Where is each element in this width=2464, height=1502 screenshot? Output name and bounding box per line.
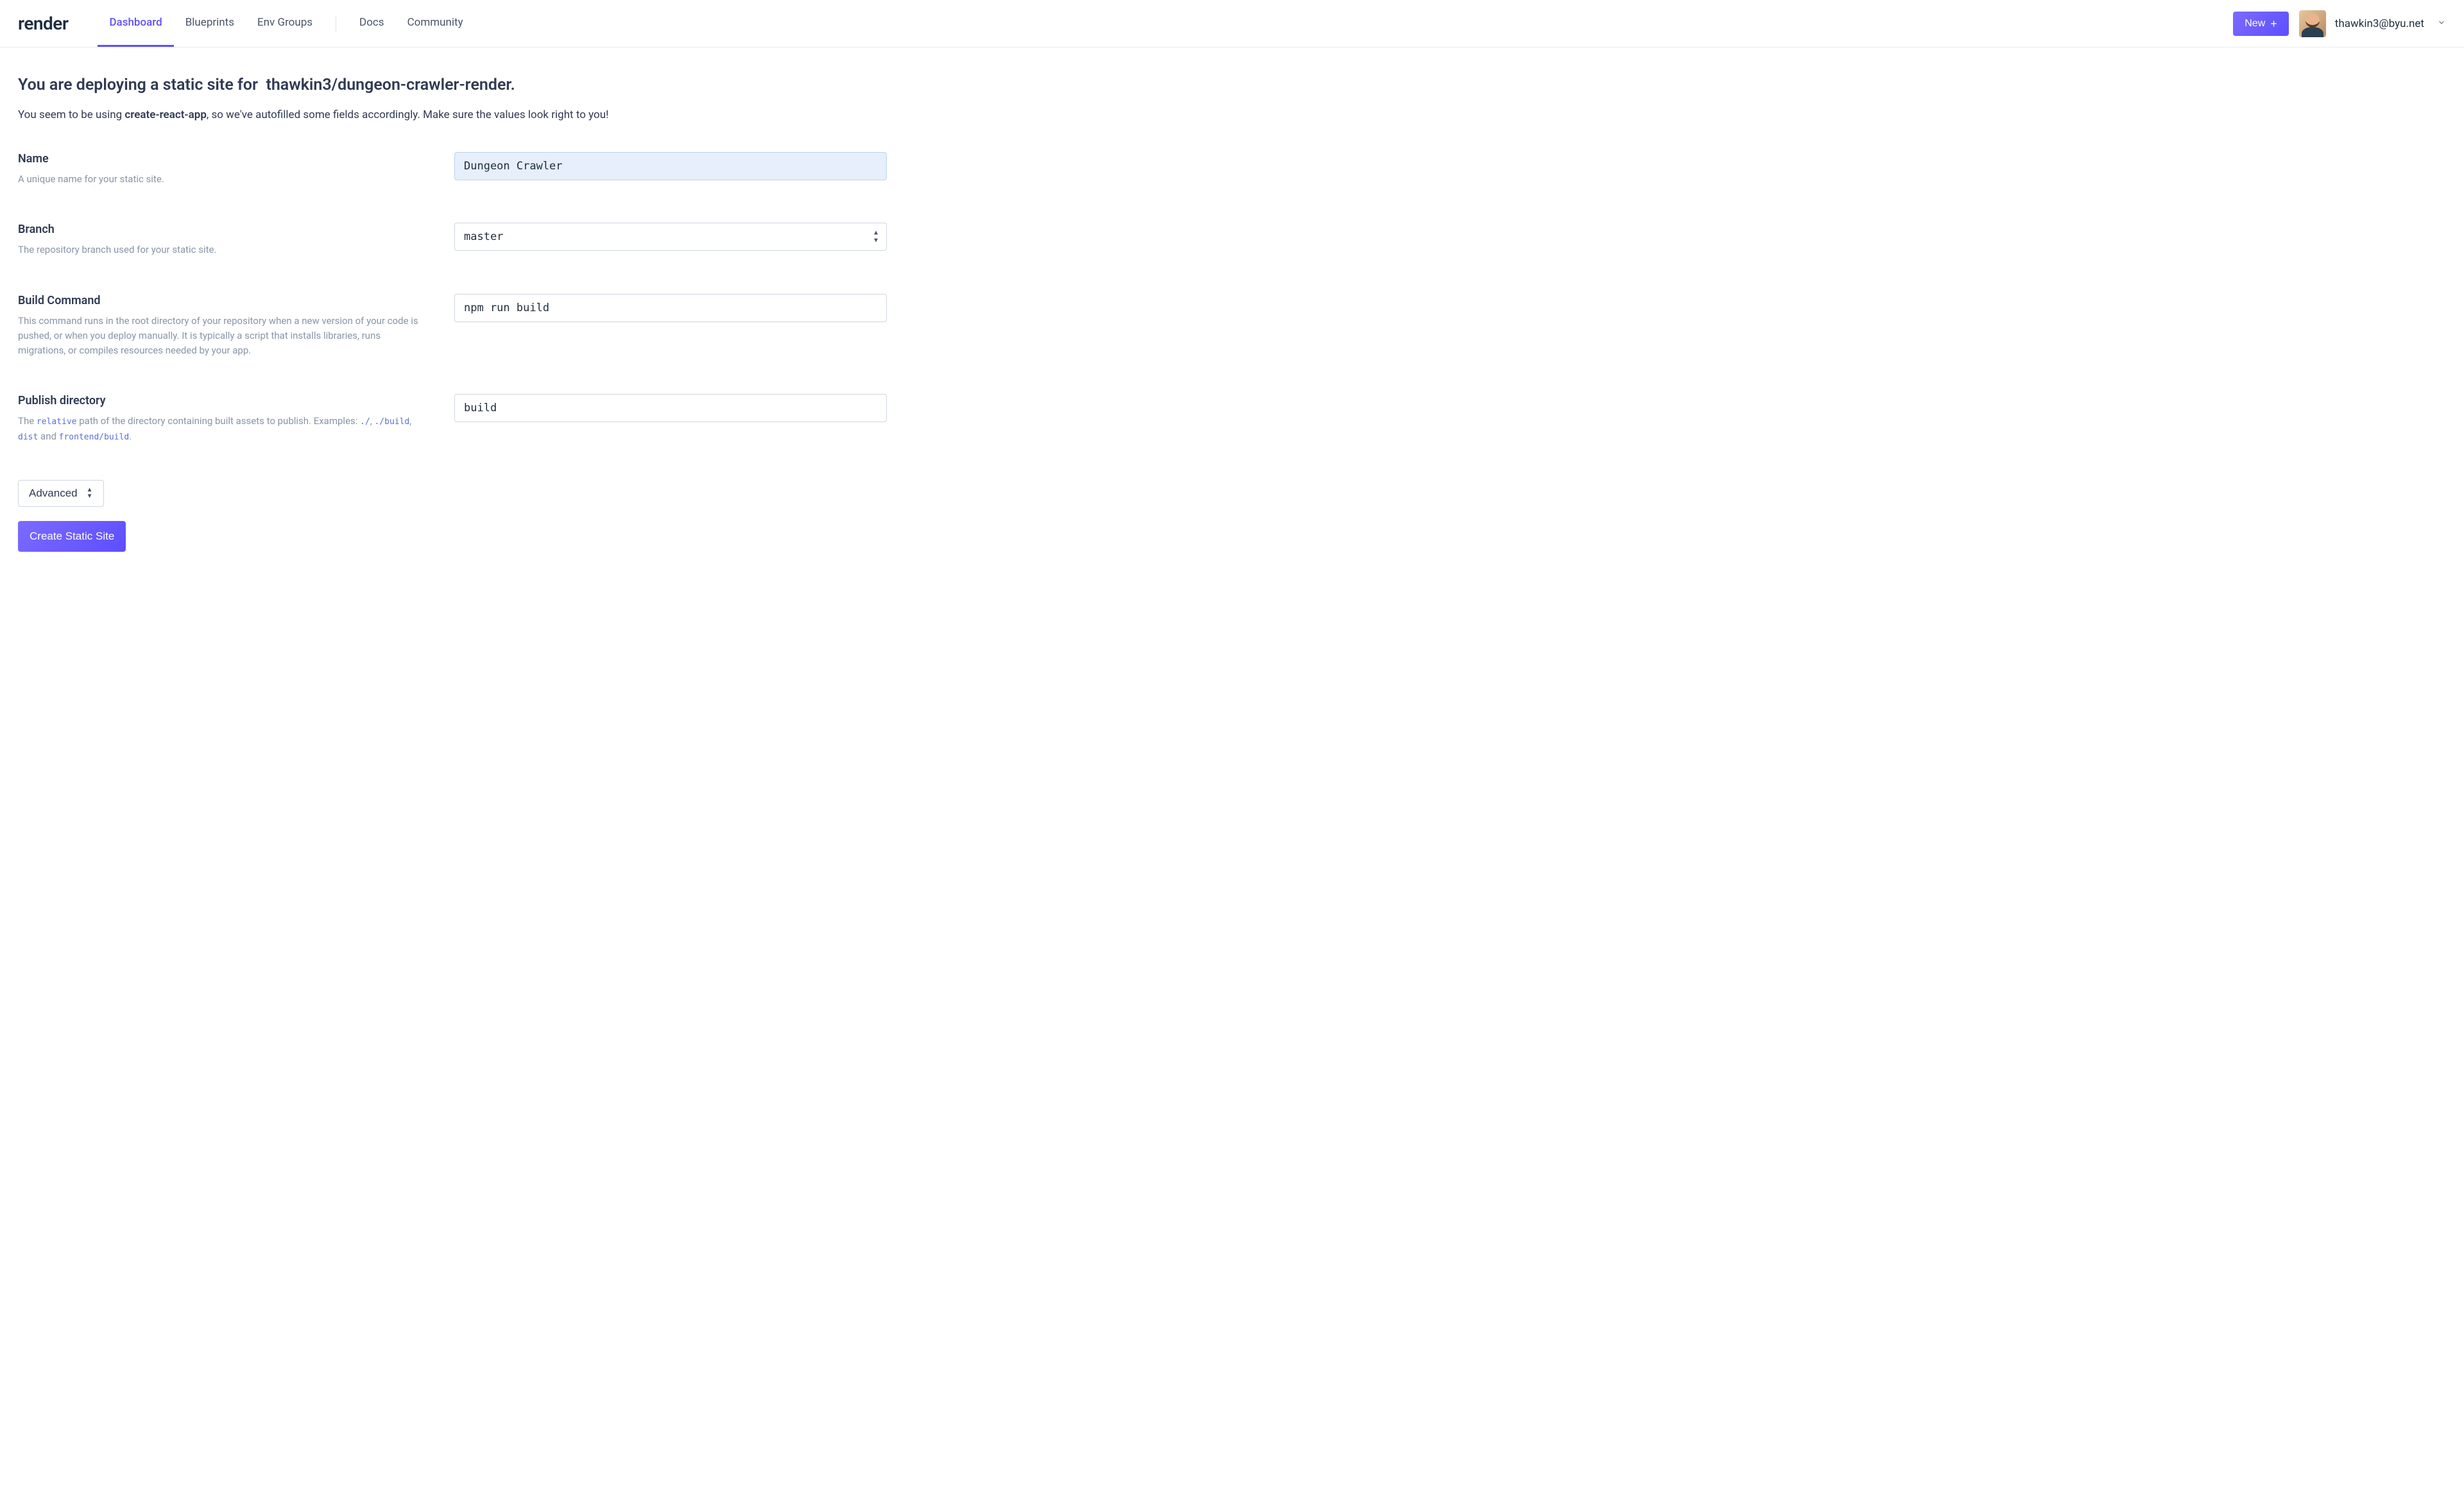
page-title: You are deploying a static site for thaw… <box>18 76 887 94</box>
avatar[interactable] <box>2299 10 2326 37</box>
sub-bold: create-react-app <box>124 108 207 121</box>
nav-dashboard[interactable]: Dashboard <box>98 0 173 47</box>
heading-repo: thawkin3/dungeon-crawler-render. <box>266 76 515 94</box>
branch-label: Branch <box>18 223 429 236</box>
nav-envgroups[interactable]: Env Groups <box>246 0 324 47</box>
sub-suffix: , so we've autofilled some fields accord… <box>207 108 609 121</box>
build-label: Build Command <box>18 294 429 307</box>
branch-select-wrap: master ▲▼ <box>454 223 887 251</box>
field-name: Name A unique name for your static site. <box>18 152 887 187</box>
field-publish: Publish directory The relative path of t… <box>18 394 887 444</box>
plus-icon: + <box>2270 18 2277 30</box>
build-input[interactable] <box>454 294 887 322</box>
page-content: You are deploying a static site for thaw… <box>0 47 905 590</box>
field-build: Build Command This command runs in the r… <box>18 294 887 359</box>
user-email[interactable]: thawkin3@byu.net <box>2335 17 2424 30</box>
create-static-site-button[interactable]: Create Static Site <box>18 521 126 552</box>
branch-select[interactable]: master <box>454 223 887 251</box>
sub-prefix: You seem to be using <box>18 108 124 121</box>
heading-prefix: You are deploying a static site for <box>18 76 262 94</box>
nav-left: Dashboard Blueprints Env Groups Docs Com… <box>98 0 474 47</box>
build-help: This command runs in the root directory … <box>18 314 429 359</box>
branch-help: The repository branch used for your stat… <box>18 243 429 257</box>
new-button-label: New <box>2245 18 2265 30</box>
nav-blueprints[interactable]: Blueprints <box>174 0 246 47</box>
name-input[interactable] <box>454 152 887 180</box>
nav-docs[interactable]: Docs <box>348 0 396 47</box>
chevron-down-icon[interactable] <box>2437 17 2446 30</box>
name-help: A unique name for your static site. <box>18 172 429 187</box>
new-button[interactable]: New + <box>2233 12 2289 36</box>
name-label: Name <box>18 152 429 166</box>
advanced-button[interactable]: Advanced ▲▼ <box>18 480 104 507</box>
logo[interactable]: render <box>18 13 68 34</box>
updown-icon: ▲▼ <box>87 487 93 500</box>
nav-community[interactable]: Community <box>396 0 475 47</box>
publish-label: Publish directory <box>18 394 429 407</box>
field-branch: Branch The repository branch used for yo… <box>18 223 887 257</box>
publish-help: The relative path of the directory conta… <box>18 414 429 444</box>
topbar: render Dashboard Blueprints Env Groups D… <box>0 0 2464 47</box>
publish-input[interactable] <box>454 394 887 422</box>
page-subtext: You seem to be using create-react-app, s… <box>18 108 887 121</box>
advanced-label: Advanced <box>29 487 78 500</box>
